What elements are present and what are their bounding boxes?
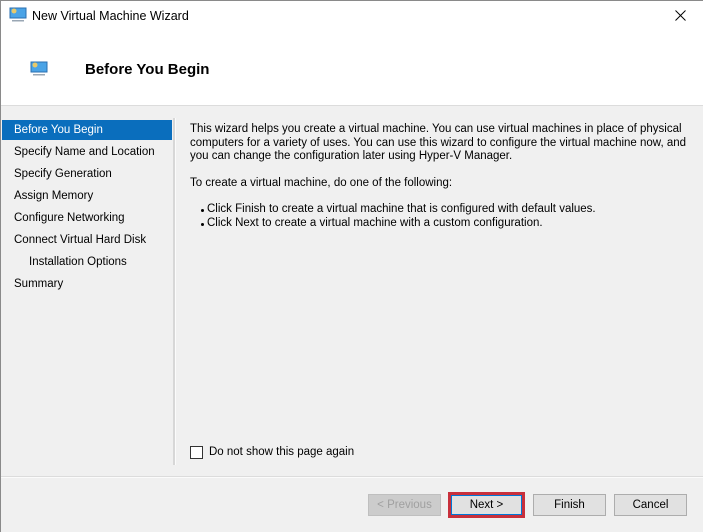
options-list: Click Finish to create a virtual machine… xyxy=(190,203,690,230)
virtual-machine-monitor-icon xyxy=(30,61,48,77)
window-title: New Virtual Machine Wizard xyxy=(32,9,189,23)
nav-item-specify-generation[interactable]: Specify Generation xyxy=(2,164,172,184)
nav-item-before-you-begin[interactable]: Before You Begin xyxy=(2,120,172,140)
intro-text: This wizard helps you create a virtual m… xyxy=(190,123,687,162)
wizard-window: New Virtual Machine Wizard Before You Be… xyxy=(0,0,703,532)
close-icon xyxy=(674,9,686,24)
cancel-button[interactable]: Cancel xyxy=(614,494,687,516)
nav-item-connect-virtual-hard-disk[interactable]: Connect Virtual Hard Disk xyxy=(2,230,172,250)
previous-button[interactable]: < Previous xyxy=(368,494,441,516)
nav-item-assign-memory[interactable]: Assign Memory xyxy=(2,186,172,206)
wizard-steps-nav: Before You Begin Specify Name and Locati… xyxy=(1,118,173,465)
do-not-show-again-checkbox[interactable] xyxy=(190,445,203,459)
checkbox-label: Do not show this page again xyxy=(209,446,355,458)
list-item: Click Next to create a virtual machine w… xyxy=(201,217,690,231)
sidebar-divider xyxy=(173,118,176,465)
close-button[interactable] xyxy=(657,1,703,32)
title-bar: New Virtual Machine Wizard xyxy=(1,1,703,32)
next-button-label: Next > xyxy=(451,495,522,515)
nav-item-configure-networking[interactable]: Configure Networking xyxy=(2,208,172,228)
wizard-content: This wizard helps you create a virtual m… xyxy=(190,123,690,230)
next-button[interactable]: Next > xyxy=(448,492,525,518)
nav-item-specify-name-and-location[interactable]: Specify Name and Location xyxy=(2,142,172,162)
virtual-machine-monitor-icon xyxy=(9,7,27,23)
footer-divider xyxy=(1,476,703,478)
list-item: Click Finish to create a virtual machine… xyxy=(201,203,690,217)
do-not-show-again-option[interactable]: Do not show this page again xyxy=(190,445,354,459)
instruction-text: To create a virtual machine, do one of t… xyxy=(190,176,453,189)
finish-button[interactable]: Finish xyxy=(533,494,606,516)
nav-item-summary[interactable]: Summary xyxy=(2,274,172,294)
page-title: Before You Begin xyxy=(85,61,210,78)
wizard-header: Before You Begin xyxy=(1,32,703,106)
nav-item-installation-options[interactable]: Installation Options xyxy=(2,252,172,272)
